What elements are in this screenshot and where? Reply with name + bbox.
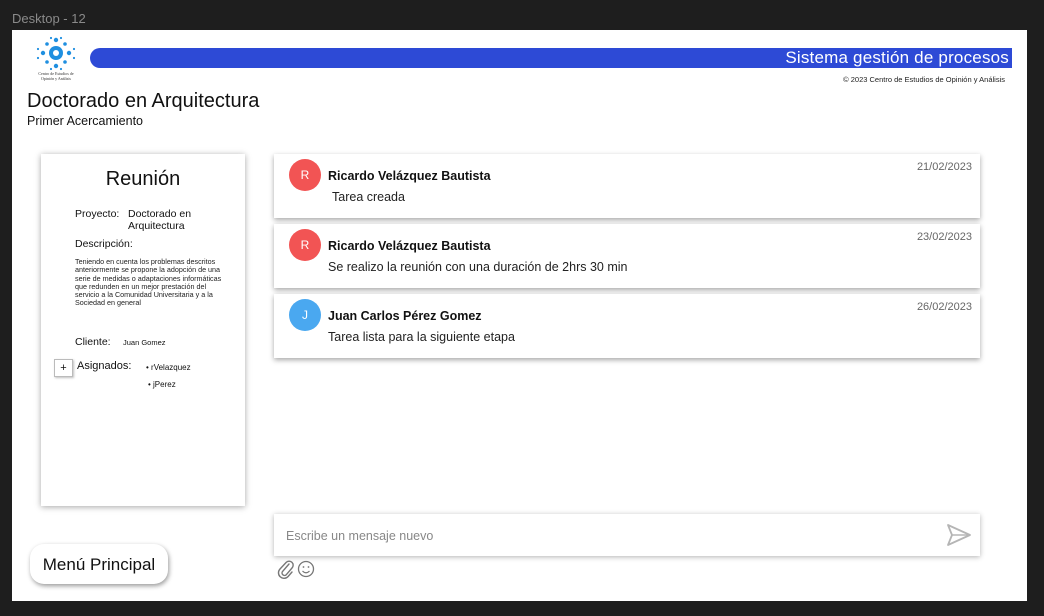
description-label: Descripción: [75, 238, 133, 250]
message-date: 21/02/2023 [916, 161, 972, 173]
message-author: Juan Carlos Pérez Gomez [328, 309, 482, 323]
task-card: Reunión Proyecto: Doctorado en Arquitect… [41, 154, 245, 506]
message-card: J Juan Carlos Pérez Gomez Tarea lista pa… [274, 294, 980, 358]
main-menu-button[interactable]: Menú Principal [30, 544, 168, 584]
message-card: R Ricardo Velázquez Bautista Tarea cread… [274, 154, 980, 218]
message-date: 23/02/2023 [916, 231, 972, 243]
message-author: Ricardo Velázquez Bautista [328, 239, 491, 253]
message-author: Ricardo Velázquez Bautista [328, 169, 491, 183]
add-assignee-button[interactable]: + [54, 359, 73, 377]
smiley-icon[interactable] [297, 559, 315, 579]
assigned-list: rVelazquez jPerez [146, 359, 191, 393]
message-card: R Ricardo Velázquez Bautista Se realizo … [274, 224, 980, 288]
logo: Centro de Estudios de Opinión y Análisis [32, 36, 80, 86]
avatar: R [289, 229, 321, 261]
paperclip-icon[interactable] [277, 559, 295, 579]
system-title: Sistema gestión de procesos [785, 48, 1009, 67]
message-input[interactable] [284, 524, 928, 548]
frame-label: Desktop - 12 [12, 11, 86, 26]
client-value: Juan Gomez [123, 338, 166, 347]
message-date: 26/02/2023 [916, 301, 972, 313]
assigned-label: Asignados: [77, 360, 132, 372]
message-composer [274, 514, 980, 556]
copyright: © 2023 Centro de Estudios de Opinión y A… [843, 75, 1005, 84]
message-text: Se realizo la reunión con una duración d… [328, 260, 628, 274]
description-text: Teniendo en cuenta los problemas descrit… [75, 257, 222, 308]
task-title: Reunión [105, 168, 181, 190]
message-text: Tarea lista para la siguiente etapa [328, 330, 515, 344]
assignee-item: jPerez [146, 376, 191, 393]
logo-text: Centro de Estudios de Opinión y Análisis [38, 71, 74, 81]
client-label: Cliente: [75, 336, 111, 348]
project-label: Proyecto: [75, 208, 120, 220]
assignee-item: rVelazquez [146, 359, 191, 376]
page-title: Doctorado en Arquitectura [27, 90, 260, 112]
message-text: Tarea creada [332, 190, 405, 204]
project-value: Doctorado en Arquitectura [128, 208, 192, 232]
avatar: J [289, 299, 321, 331]
send-icon[interactable] [946, 523, 972, 547]
avatar: R [289, 159, 321, 191]
page-subtitle: Primer Acercamiento [27, 114, 144, 128]
app-frame: Centro de Estudios de Opinión y Análisis… [12, 30, 1027, 601]
logo-icon [36, 36, 76, 71]
